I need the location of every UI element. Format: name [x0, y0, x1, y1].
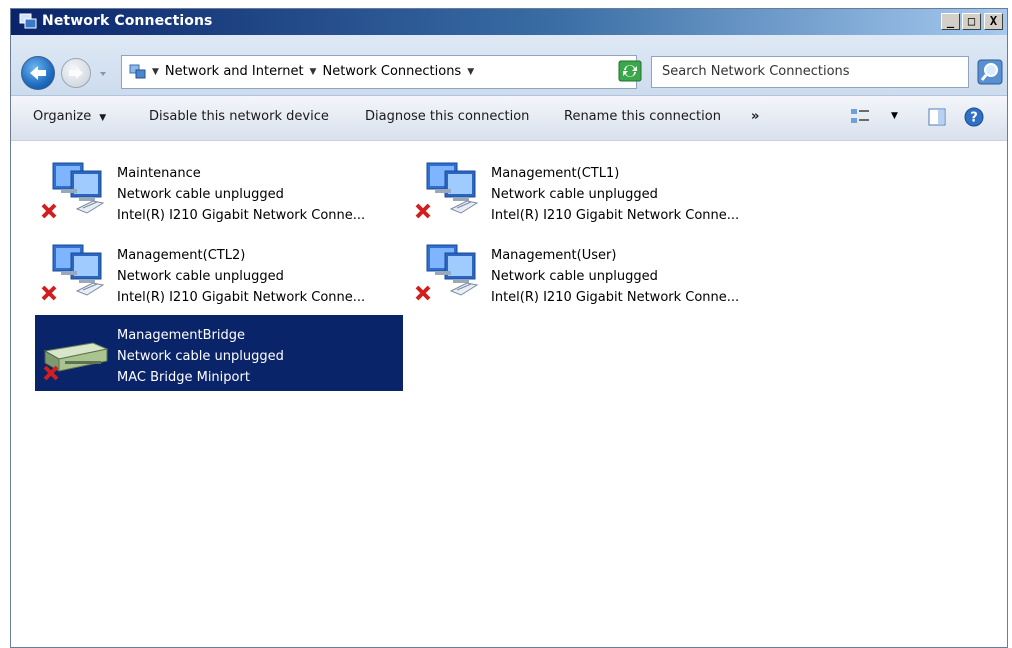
network-adapter-icon	[415, 244, 479, 301]
search-input[interactable]: Search Network Connections	[651, 56, 969, 88]
breadcrumb-arrow-icon[interactable]: ▼	[310, 67, 317, 77]
forward-button[interactable]	[61, 58, 91, 88]
connection-status: Network cable unplugged	[117, 187, 284, 202]
connection-item-management-ctl2[interactable]: Management(CTL2) Network cable unplugged…	[35, 235, 403, 311]
chevron-down-icon: ▼	[99, 113, 107, 123]
preview-pane-icon[interactable]	[927, 107, 947, 127]
connection-name: Management(CTL1)	[491, 166, 620, 181]
forward-arrow-icon	[69, 67, 83, 79]
connection-device: Intel(R) I210 Gigabit Network Conne...	[117, 290, 366, 305]
network-folder-icon	[129, 64, 146, 79]
back-button[interactable]	[21, 56, 55, 90]
organize-label: Organize	[33, 109, 92, 124]
network-connections-icon	[19, 13, 37, 29]
connection-name: Maintenance	[117, 166, 201, 181]
organize-button[interactable]: Organize ▼	[33, 109, 106, 124]
connection-item-management-user[interactable]: Management(User) Network cable unplugged…	[409, 235, 777, 311]
connection-status: Network cable unplugged	[491, 269, 658, 284]
connection-name: Management(User)	[491, 248, 617, 263]
connection-status: Network cable unplugged	[491, 187, 658, 202]
network-adapter-icon	[41, 162, 105, 219]
network-adapter-icon	[415, 162, 479, 219]
diagnose-connection-button[interactable]: Diagnose this connection	[365, 109, 529, 124]
disconnected-x-icon	[43, 365, 59, 381]
breadcrumb-network-and-internet[interactable]: Network and Internet	[165, 64, 304, 79]
breadcrumb-network-connections[interactable]: Network Connections	[322, 64, 461, 79]
disconnected-x-icon	[41, 203, 57, 219]
more-commands-button[interactable]: »	[751, 109, 759, 124]
connection-device: Intel(R) I210 Gigabit Network Conne...	[491, 290, 740, 305]
connection-status: Network cable unplugged	[117, 349, 284, 364]
svg-text:?: ?	[970, 111, 978, 126]
network-connections-window: Network Connections _ □ X ▼ Network and …	[10, 8, 1008, 648]
recent-pages-dropdown-icon[interactable]	[97, 68, 109, 80]
command-bar: Organize ▼ Disable this network device Di…	[11, 96, 1007, 141]
rename-connection-button[interactable]: Rename this connection	[564, 109, 721, 124]
search-placeholder: Search Network Connections	[662, 64, 850, 79]
views-icon[interactable]	[849, 107, 871, 127]
disconnected-x-icon	[415, 285, 431, 301]
search-icon[interactable]	[977, 59, 1003, 85]
disconnected-x-icon	[41, 285, 57, 301]
address-bar-area: ▼ Network and Internet ▼ Network Connect…	[11, 35, 1007, 96]
views-dropdown-icon[interactable]: ▼	[891, 111, 898, 121]
close-button[interactable]: X	[984, 13, 1003, 30]
maximize-button[interactable]: □	[962, 13, 981, 30]
connection-name: ManagementBridge	[117, 328, 246, 343]
address-field[interactable]: ▼ Network and Internet ▼ Network Connect…	[121, 55, 637, 89]
connections-list: Maintenance Network cable unplugged Inte…	[11, 141, 1007, 647]
minimize-button[interactable]: _	[941, 13, 960, 30]
back-arrow-icon	[30, 66, 46, 80]
connection-status: Network cable unplugged	[117, 269, 284, 284]
breadcrumb-arrow-icon[interactable]: ▼	[467, 67, 474, 77]
window-title: Network Connections	[42, 13, 213, 29]
help-icon[interactable]: ?	[964, 107, 984, 127]
connection-device: MAC Bridge Miniport	[117, 370, 250, 385]
network-bridge-icon	[43, 342, 109, 381]
connection-item-management-bridge[interactable]: ManagementBridge Network cable unplugged…	[35, 315, 403, 391]
disconnected-x-icon	[415, 203, 431, 219]
connection-item-maintenance[interactable]: Maintenance Network cable unplugged Inte…	[35, 153, 403, 229]
network-adapter-icon	[41, 244, 105, 301]
title-bar[interactable]: Network Connections _ □ X	[11, 9, 1007, 35]
disable-device-button[interactable]: Disable this network device	[149, 109, 329, 124]
breadcrumb-arrow-icon[interactable]: ▼	[152, 67, 159, 77]
connection-item-management-ctl1[interactable]: Management(CTL1) Network cable unplugged…	[409, 153, 777, 229]
connection-device: Intel(R) I210 Gigabit Network Conne...	[491, 208, 740, 223]
connection-device: Intel(R) I210 Gigabit Network Conne...	[117, 208, 366, 223]
refresh-icon[interactable]	[618, 59, 642, 83]
connection-name: Management(CTL2)	[117, 248, 246, 263]
